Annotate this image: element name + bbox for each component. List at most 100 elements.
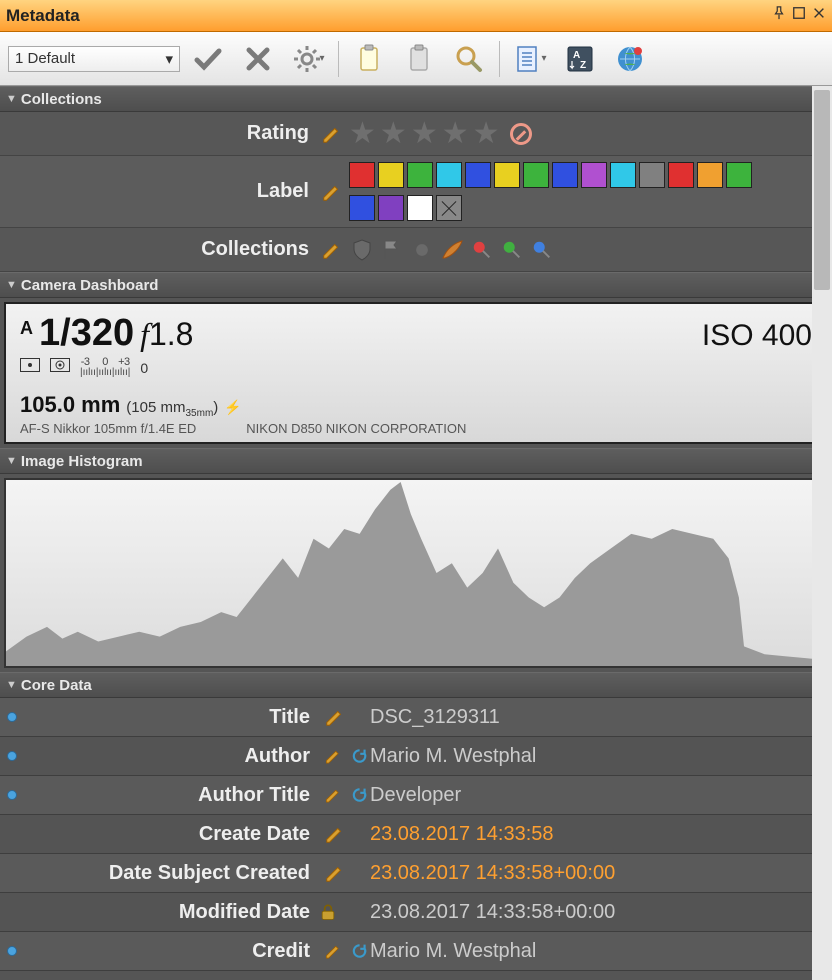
label-swatches — [349, 156, 832, 227]
section-title: Image Histogram — [21, 453, 143, 470]
label-swatch[interactable] — [697, 162, 723, 188]
copy-button[interactable] — [347, 37, 391, 81]
info-icon[interactable] — [0, 790, 24, 800]
label-swatch[interactable] — [494, 162, 520, 188]
triangle-down-icon: ▼ — [6, 455, 17, 467]
shutter-speed: 1/320 — [39, 312, 134, 355]
pencil-icon[interactable] — [321, 123, 343, 145]
row-collections: Collections — [0, 228, 832, 272]
layout-name: 1 Default — [15, 50, 75, 67]
label-swatch[interactable] — [378, 195, 404, 221]
section-header-core[interactable]: ▼Core Data — [0, 672, 832, 698]
section-header-collections[interactable]: ▼Collections — [0, 86, 832, 112]
reject-icon[interactable] — [510, 123, 532, 145]
field-value[interactable]: Mario M. Westphal — [368, 745, 832, 768]
star-4[interactable]: ★ — [442, 119, 469, 149]
label-swatch[interactable] — [436, 162, 462, 188]
pencil-icon[interactable] — [321, 239, 343, 261]
core-data-body: TitleDSC_3129311AuthorMario M. WestphalA… — [0, 698, 832, 971]
data-row: Modified Date23.08.2017 14:33:58+00:00 — [0, 893, 832, 932]
field-value[interactable]: Developer — [368, 784, 832, 807]
aperture-f-label: f — [140, 316, 149, 353]
pin-blue-icon[interactable] — [529, 237, 555, 263]
label-swatch[interactable] — [610, 162, 636, 188]
close-icon[interactable] — [812, 6, 826, 25]
label-swatch[interactable] — [349, 162, 375, 188]
collections-label: Collections — [0, 228, 315, 271]
chevron-down-icon: ▾ — [165, 50, 173, 68]
section-title: Camera Dashboard — [21, 277, 159, 294]
field-value[interactable]: 23.08.2017 14:33:58+00:00 — [368, 901, 832, 924]
section-title: Core Data — [21, 677, 92, 694]
pin-green-icon[interactable] — [499, 237, 525, 263]
info-icon[interactable] — [0, 751, 24, 761]
info-icon[interactable] — [0, 946, 24, 956]
scrollbar-thumb[interactable] — [814, 90, 830, 290]
window-controls — [772, 6, 826, 25]
refresh-icon[interactable] — [351, 785, 368, 805]
pencil-icon[interactable] — [324, 823, 346, 845]
pin-red-icon[interactable] — [469, 237, 495, 263]
row-rating: Rating ★ ★ ★ ★ ★ — [0, 112, 832, 156]
apply-button[interactable] — [186, 37, 230, 81]
feather-icon[interactable] — [439, 237, 465, 263]
star-2[interactable]: ★ — [380, 119, 407, 149]
equipment-row: AF-S Nikkor 105mm f/1.4E ED NIKON D850 N… — [20, 421, 812, 436]
label-swatch[interactable] — [465, 162, 491, 188]
search-button[interactable] — [447, 37, 491, 81]
info-icon[interactable] — [0, 712, 24, 722]
label-swatch[interactable] — [639, 162, 665, 188]
label-swatch[interactable] — [726, 162, 752, 188]
pencil-icon[interactable] — [324, 706, 346, 728]
paste-button[interactable] — [397, 37, 441, 81]
shield-icon[interactable] — [349, 237, 375, 263]
section-header-camera[interactable]: ▼Camera Dashboard — [0, 272, 832, 298]
separator — [499, 41, 500, 77]
pencil-icon[interactable] — [324, 784, 343, 806]
field-value[interactable]: DSC_3129311 — [368, 706, 832, 729]
label-swatch[interactable] — [407, 195, 433, 221]
cancel-button[interactable] — [236, 37, 280, 81]
label-swatch[interactable] — [668, 162, 694, 188]
label-swatch[interactable] — [552, 162, 578, 188]
pin-icon[interactable] — [772, 6, 786, 25]
camera-lcd: A 1/320 f 1.8 ISO 400 -3 0 +3 |ıılıı|ııl… — [4, 302, 828, 444]
settings-button[interactable]: ▾ — [286, 37, 330, 81]
globe-button[interactable] — [608, 37, 652, 81]
field-value[interactable]: 23.08.2017 14:33:58+00:00 — [368, 862, 832, 885]
maximize-icon[interactable] — [792, 6, 806, 25]
field-icons — [314, 862, 368, 884]
field-value[interactable]: 23.08.2017 14:33:58 — [368, 823, 832, 846]
field-icons — [314, 706, 368, 728]
lock-icon — [318, 902, 338, 922]
pencil-icon[interactable] — [321, 181, 343, 203]
pencil-icon[interactable] — [324, 862, 346, 884]
list-button[interactable]: ▾ — [508, 37, 552, 81]
star-3[interactable]: ★ — [411, 119, 438, 149]
label-swatch[interactable] — [581, 162, 607, 188]
label-swatch-none[interactable] — [436, 195, 462, 221]
section-header-histogram[interactable]: ▼ Image Histogram — [0, 448, 832, 474]
aperture-value: 1.8 — [149, 316, 193, 353]
layout-dropdown[interactable]: 1 Default ▾ — [8, 46, 180, 72]
iso-value: ISO 400 — [702, 319, 812, 353]
toolbar: 1 Default ▾ ▾ ▾ AZ — [0, 32, 832, 86]
refresh-icon[interactable] — [351, 746, 368, 766]
scrollbar[interactable] — [812, 86, 832, 980]
label-swatch[interactable] — [407, 162, 433, 188]
flash-icon: ⚡ — [224, 399, 241, 416]
refresh-icon[interactable] — [351, 941, 368, 961]
label-swatch[interactable] — [523, 162, 549, 188]
dot-icon[interactable] — [409, 237, 435, 263]
label-swatch[interactable] — [378, 162, 404, 188]
field-label: Author — [24, 745, 314, 768]
star-5[interactable]: ★ — [473, 119, 500, 149]
ev-scale-ticks: |ıılıı|ıılıı|ıılıı| — [80, 368, 130, 378]
star-1[interactable]: ★ — [349, 119, 376, 149]
pencil-icon[interactable] — [324, 940, 343, 962]
sort-az-button[interactable]: AZ — [558, 37, 602, 81]
pencil-icon[interactable] — [324, 745, 343, 767]
label-swatch[interactable] — [349, 195, 375, 221]
flag-icon[interactable] — [379, 237, 405, 263]
field-value[interactable]: Mario M. Westphal — [368, 940, 832, 963]
